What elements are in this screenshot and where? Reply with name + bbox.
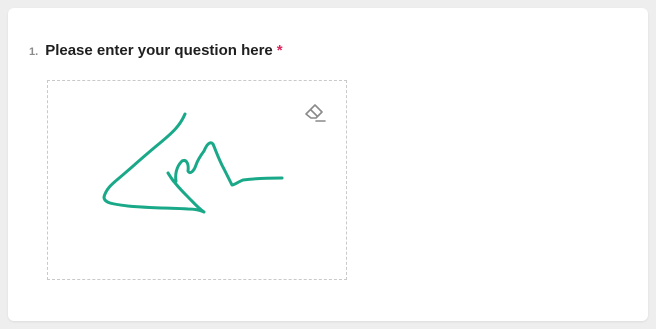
question-header: 1. Please enter your question here * [29,42,283,59]
clear-signature-button[interactable] [302,99,328,125]
question-title: Please enter your question here [45,42,273,59]
required-asterisk: * [276,42,283,59]
eraser-icon [305,104,326,122]
question-number: 1. [29,46,39,58]
question-card: 1. Please enter your question here * [8,8,648,321]
signature-pad[interactable] [47,80,347,280]
